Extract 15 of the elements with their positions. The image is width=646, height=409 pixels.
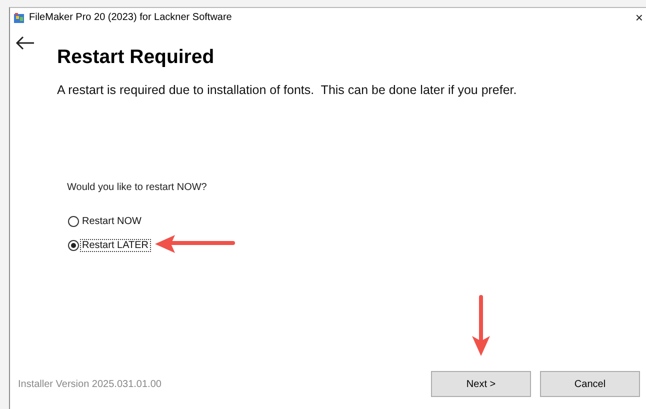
question-text: Would you like to restart NOW? [67,182,208,193]
radio-label[interactable]: Restart LATER [81,240,150,251]
message-text: A restart is required due to installation of fonts. This can be done later if you prefer. [57,83,518,97]
callout-arrow [471,294,491,358]
radio-button[interactable] [68,240,79,251]
back-icon[interactable] [15,36,35,50]
next-button[interactable]: Next > [431,371,531,397]
radio-button[interactable] [68,216,79,227]
window-title: FileMaker Pro 20 (2023) for Lackner Software [29,12,232,23]
page-heading: Restart Required [57,46,216,69]
version-text: Installer Version 2025.031.01.00 [18,378,162,390]
radio-label[interactable]: Restart NOW [81,216,142,227]
cancel-button[interactable]: Cancel [540,371,640,397]
close-button[interactable]: × [635,10,643,25]
app-icon [13,12,25,24]
